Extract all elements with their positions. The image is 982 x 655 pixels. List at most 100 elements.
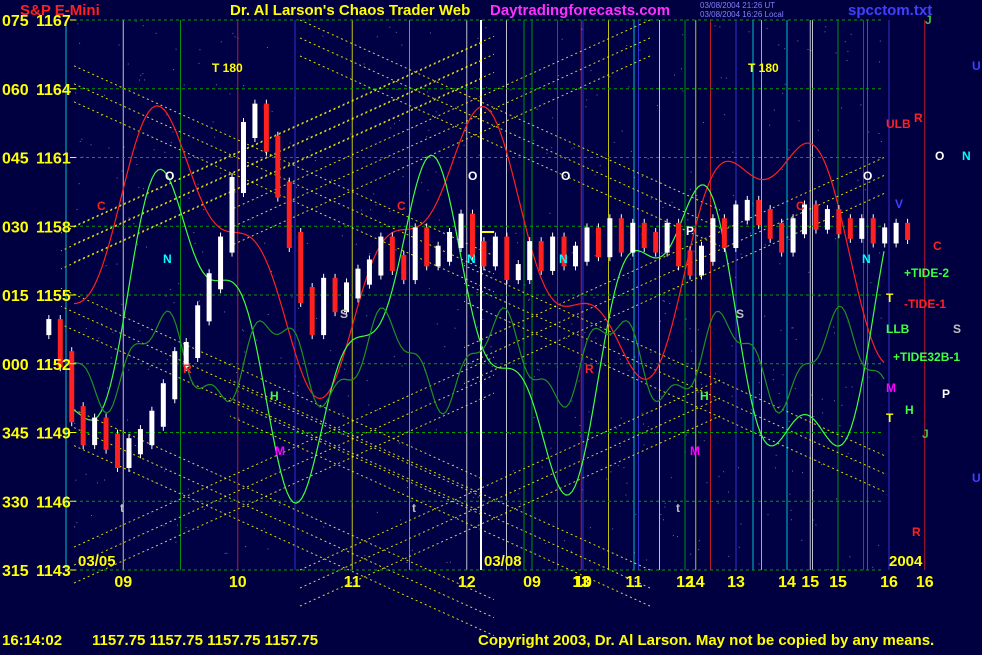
y-tick-angle: 345 <box>2 426 29 443</box>
background-dot <box>100 114 102 116</box>
price-bar <box>286 181 292 249</box>
background-dot <box>738 546 740 548</box>
background-dot <box>574 416 576 418</box>
background-dot <box>606 478 608 480</box>
side-letter: N <box>962 149 971 163</box>
x-tick-hour: 15 <box>801 574 819 591</box>
background-dot <box>788 239 790 241</box>
price-bar <box>424 227 430 267</box>
site-link[interactable]: Daytradingforecasts.com <box>490 2 670 19</box>
background-dot <box>586 99 588 101</box>
background-dot <box>725 77 727 79</box>
price-bar <box>882 227 888 244</box>
background-dot <box>435 429 437 431</box>
x-tick-hour: 11 <box>626 574 643 591</box>
background-dot <box>369 253 371 255</box>
background-dot <box>102 250 104 252</box>
background-dot <box>853 460 855 462</box>
side-letter: J <box>922 427 929 441</box>
background-dot <box>749 232 751 234</box>
background-dot <box>566 337 568 339</box>
background-dot <box>172 131 174 133</box>
price-bar <box>240 121 246 194</box>
background-dot <box>689 328 691 330</box>
background-dot <box>767 514 769 516</box>
background-dot <box>663 300 665 302</box>
background-dot <box>740 253 742 255</box>
background-dot <box>798 362 800 364</box>
price-bar <box>355 268 361 299</box>
planet-letter: R <box>585 362 594 376</box>
price-bar <box>664 222 670 253</box>
background-dot <box>696 195 698 197</box>
background-dot <box>142 73 144 75</box>
background-dot <box>660 514 662 516</box>
background-dot <box>870 282 872 284</box>
background-dot <box>267 548 269 550</box>
background-dot <box>571 400 573 402</box>
price-bar <box>733 204 739 249</box>
background-dot <box>314 160 316 162</box>
background-dot <box>662 207 664 209</box>
background-dot <box>641 412 643 414</box>
background-dot <box>650 198 652 200</box>
background-dot <box>297 307 299 309</box>
background-dot <box>623 467 625 469</box>
background-dot <box>401 365 403 367</box>
background-dot <box>390 127 392 129</box>
background-dot <box>846 59 848 61</box>
background-dot <box>661 252 663 254</box>
planet-letter: S <box>736 307 744 321</box>
background-dot <box>676 536 678 538</box>
planet-letter: O <box>561 169 570 183</box>
background-dot <box>775 454 777 456</box>
background-dot <box>817 129 819 131</box>
background-dot <box>764 315 766 317</box>
background-dot <box>81 138 83 140</box>
price-bar <box>653 231 659 253</box>
background-dot <box>203 209 205 211</box>
background-dot <box>813 415 815 417</box>
background-dot <box>790 509 792 511</box>
y-tick-angle: 000 <box>2 357 29 374</box>
price-bar <box>550 236 556 271</box>
background-dot <box>589 527 591 529</box>
background-dot <box>779 263 781 265</box>
background-dot <box>621 130 623 132</box>
planet-letter: O <box>165 169 174 183</box>
background-dot <box>106 387 108 389</box>
background-dot <box>491 365 493 367</box>
background-dot <box>140 74 142 76</box>
background-dot <box>839 425 841 427</box>
background-dot <box>116 263 118 265</box>
background-dot <box>835 52 837 54</box>
background-dot <box>719 26 721 28</box>
background-dot <box>280 357 282 359</box>
background-dot <box>78 183 80 185</box>
background-dot <box>797 40 799 42</box>
background-dot <box>769 124 771 126</box>
planet-letter: C <box>796 199 805 213</box>
price-bar <box>721 218 727 249</box>
background-dot <box>698 549 700 551</box>
background-dot <box>864 189 866 191</box>
x-tick-hour: 10 <box>574 574 592 591</box>
background-dot <box>550 447 552 449</box>
price-bar <box>126 438 132 469</box>
x-tick-hour: 09 <box>523 574 541 591</box>
background-dot <box>163 470 165 472</box>
background-dot <box>841 404 843 406</box>
background-dot <box>395 31 397 33</box>
background-dot <box>571 323 573 325</box>
background-dot <box>878 61 880 63</box>
background-dot <box>296 186 298 188</box>
price-bar <box>767 209 773 239</box>
background-dot <box>198 300 200 302</box>
background-dot <box>610 334 612 336</box>
background-dot <box>376 36 378 38</box>
background-dot <box>680 68 682 70</box>
price-bar <box>298 231 304 304</box>
background-dot <box>177 524 179 526</box>
background-dot <box>635 513 637 515</box>
background-dot <box>249 219 251 221</box>
